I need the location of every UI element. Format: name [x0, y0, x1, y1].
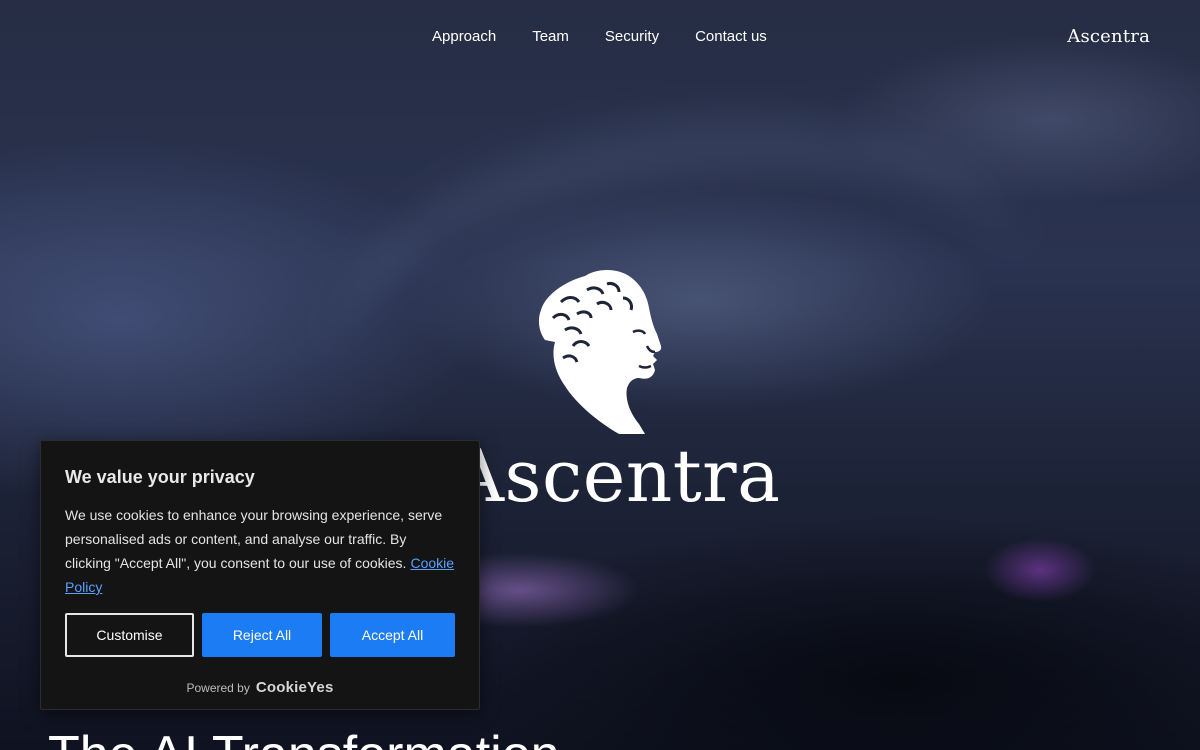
nav-link-contact[interactable]: Contact us	[695, 28, 767, 45]
accept-all-button[interactable]: Accept All	[330, 613, 455, 657]
powered-by: Powered by CookieYes	[41, 679, 479, 696]
nav-link-team[interactable]: Team	[532, 28, 569, 45]
customise-button[interactable]: Customise	[65, 613, 194, 657]
cookieyes-logo[interactable]: CookieYes	[256, 679, 334, 696]
powered-by-label: Powered by	[186, 680, 250, 695]
nav-link-approach[interactable]: Approach	[432, 28, 496, 45]
nav-link-security[interactable]: Security	[605, 28, 659, 45]
cookie-banner-actions: Customise Reject All Accept All	[65, 613, 455, 657]
cookie-banner-title: We value your privacy	[65, 467, 255, 487]
classical-head-icon	[538, 270, 662, 434]
cookie-banner-body: We use cookies to enhance your browsing …	[65, 507, 443, 571]
top-nav: Approach Team Security Contact us	[432, 28, 767, 45]
hero-headline: The AI Transformation	[48, 725, 560, 750]
cookie-consent-banner: We value your privacy We use cookies to …	[40, 440, 480, 710]
cookie-banner-text: We use cookies to enhance your browsing …	[65, 503, 455, 599]
reject-all-button[interactable]: Reject All	[202, 613, 322, 657]
brand-logo-link[interactable]: Ascentra	[1067, 26, 1150, 47]
hero-wordmark: Ascentra	[452, 434, 781, 518]
